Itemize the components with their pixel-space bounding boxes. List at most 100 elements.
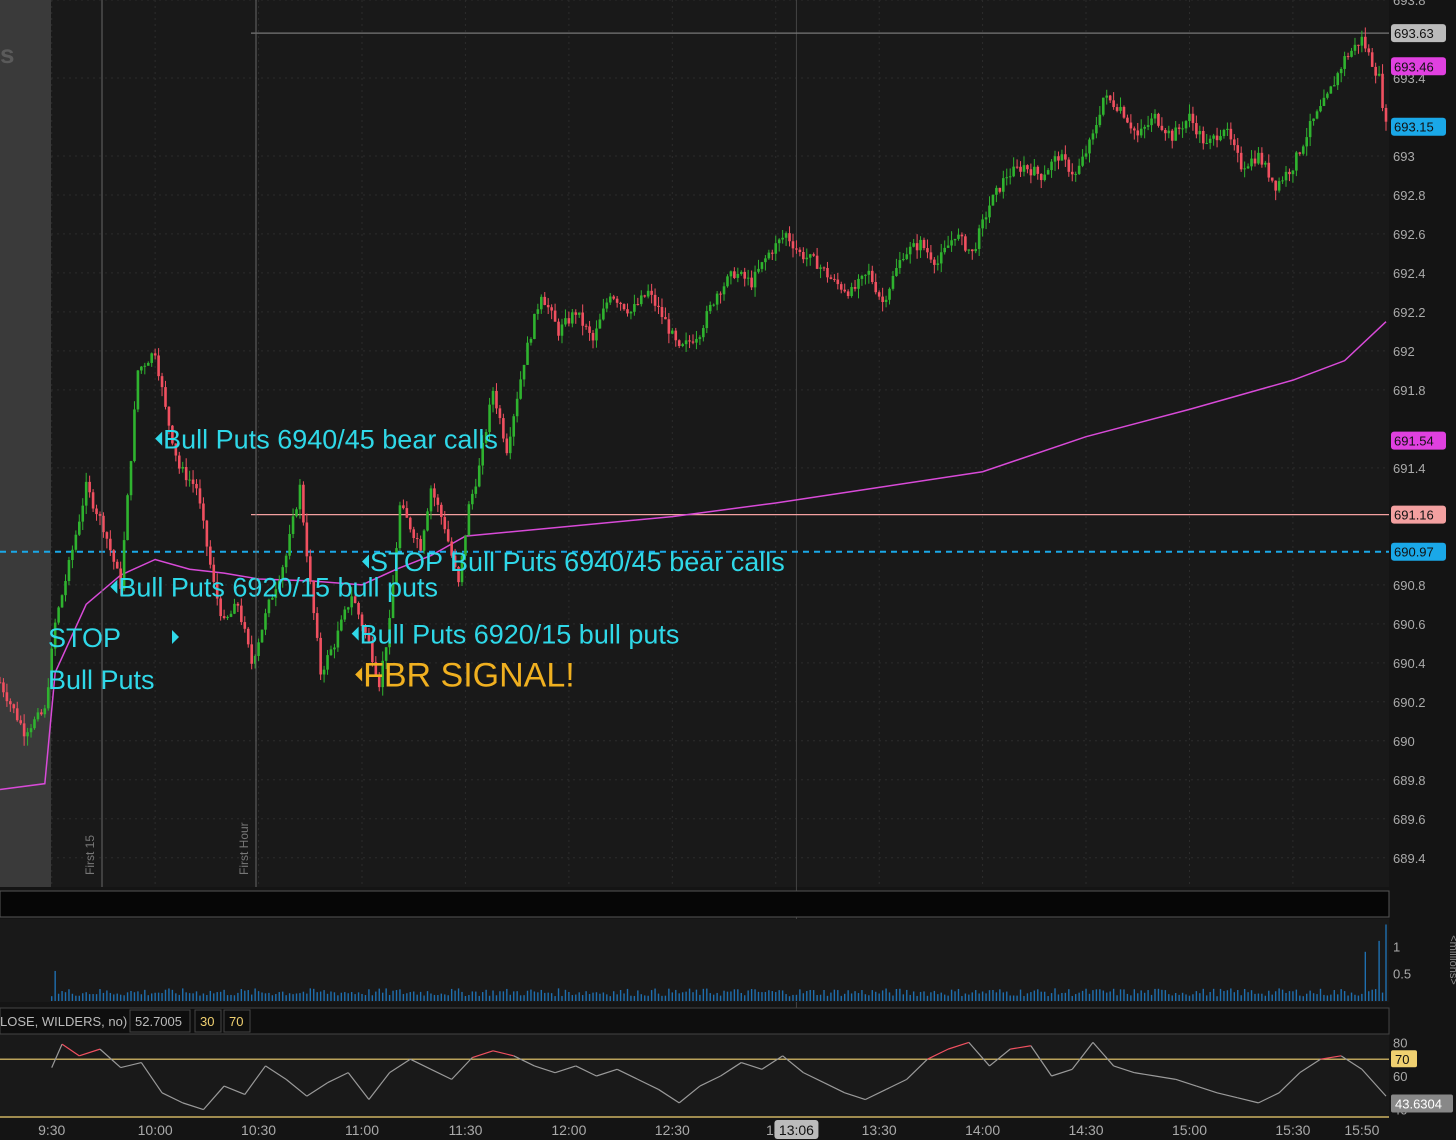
candle-body [1260, 152, 1264, 165]
candle-body [743, 271, 747, 279]
candle-body [953, 238, 957, 241]
candle-body [646, 290, 650, 297]
candle-body [1253, 158, 1257, 164]
annotation-label: Bull Puts 6920/15 bull puts [118, 573, 438, 603]
candle-body [815, 255, 819, 269]
candle-body [184, 467, 188, 481]
candle-body [1005, 177, 1009, 179]
candle-body [1222, 129, 1226, 137]
candle-body [474, 486, 478, 494]
candle-body [1074, 173, 1078, 175]
candle-body [1174, 127, 1177, 141]
candle-body [915, 243, 919, 251]
candle-body [336, 630, 340, 648]
candle-body [84, 481, 88, 506]
candle-body [984, 217, 988, 220]
candle-body [1112, 100, 1115, 108]
candle-body [1022, 165, 1026, 172]
candle-body [891, 275, 895, 289]
price-tick-label: 693.8 [1393, 0, 1426, 8]
candle-body [1243, 168, 1246, 170]
candle-body [908, 246, 912, 255]
candle-body [633, 304, 636, 312]
candle-body [405, 508, 409, 518]
candle-body [315, 613, 319, 638]
candle-body [508, 436, 512, 454]
candle-body [322, 669, 326, 675]
candle-body [870, 270, 874, 282]
candle-body [126, 495, 129, 541]
candle-body [1353, 44, 1357, 51]
candle-body [636, 304, 640, 306]
candle-body [715, 293, 719, 305]
candle-body [1339, 68, 1343, 74]
candle-body [1195, 123, 1198, 135]
candle-body [657, 305, 660, 308]
trading-chart[interactable]: s Bull Puts 6940/45 bear calls STOP Bull … [0, 0, 1456, 1140]
candle-body [1070, 171, 1074, 175]
price-tick-label: 692.8 [1393, 188, 1426, 203]
price-tick-label: 690.4 [1393, 656, 1426, 671]
candle-body [733, 271, 736, 278]
candle-body [933, 259, 936, 265]
candle-body [515, 398, 519, 417]
candle-body [1205, 142, 1209, 144]
stop-note-line2: Bull Puts [48, 665, 155, 695]
time-tick-label: 13:30 [862, 1122, 897, 1138]
price-tick-label: 692.6 [1393, 227, 1426, 242]
candle-body [1308, 121, 1312, 138]
premarket-shade [0, 0, 51, 887]
rsi-tick-label: 60 [1393, 1069, 1407, 1084]
candle-body [543, 296, 547, 305]
candle-body [805, 257, 809, 260]
candle-body [977, 228, 981, 249]
candle-body [402, 505, 405, 509]
candle-body [1201, 131, 1205, 144]
candle-body [833, 278, 836, 280]
candle-body [1067, 159, 1071, 172]
candle-body [284, 555, 288, 568]
candle-body [846, 291, 850, 297]
candle-body [1119, 106, 1122, 111]
rsi-oversold-label: 30 [200, 1014, 214, 1029]
candle-body [926, 248, 929, 253]
candle-body [1146, 125, 1150, 127]
candle-body [836, 279, 840, 285]
candle-body [102, 515, 105, 533]
candle-body [112, 550, 116, 562]
candle-body [164, 387, 167, 407]
candle-body [1377, 73, 1381, 76]
candle-body [1370, 52, 1374, 67]
candle-body [812, 254, 815, 256]
candle-body [1257, 152, 1260, 164]
candle-body [1250, 158, 1253, 167]
candle-body [1050, 161, 1053, 171]
candle-body [881, 296, 884, 303]
price-tick-label: 690 [1393, 734, 1415, 749]
candle-body [40, 712, 43, 715]
candle-body [574, 312, 578, 315]
rsi-tick-label: 80 [1393, 1035, 1407, 1050]
candle-body [567, 318, 571, 324]
candle-body [722, 286, 726, 295]
candle-body [1105, 95, 1109, 98]
candle-body [584, 325, 588, 327]
candle-body [1322, 97, 1326, 107]
candle-body [408, 517, 412, 530]
candle-body [129, 461, 133, 496]
candle-body [115, 561, 119, 569]
candle-body [1088, 139, 1091, 154]
candle-body [1246, 166, 1250, 169]
candle-body [153, 353, 157, 356]
candle-body [553, 310, 557, 322]
candle-body [1274, 180, 1277, 191]
candle-body [674, 330, 678, 341]
candle-body [681, 344, 684, 346]
candle-body [1039, 173, 1043, 181]
candle-body [739, 271, 743, 274]
candle-body [1015, 166, 1019, 168]
candle-body [702, 328, 705, 338]
candle-body [967, 249, 971, 251]
candle-body [264, 613, 267, 630]
price-tick-label: 692.2 [1393, 305, 1426, 320]
